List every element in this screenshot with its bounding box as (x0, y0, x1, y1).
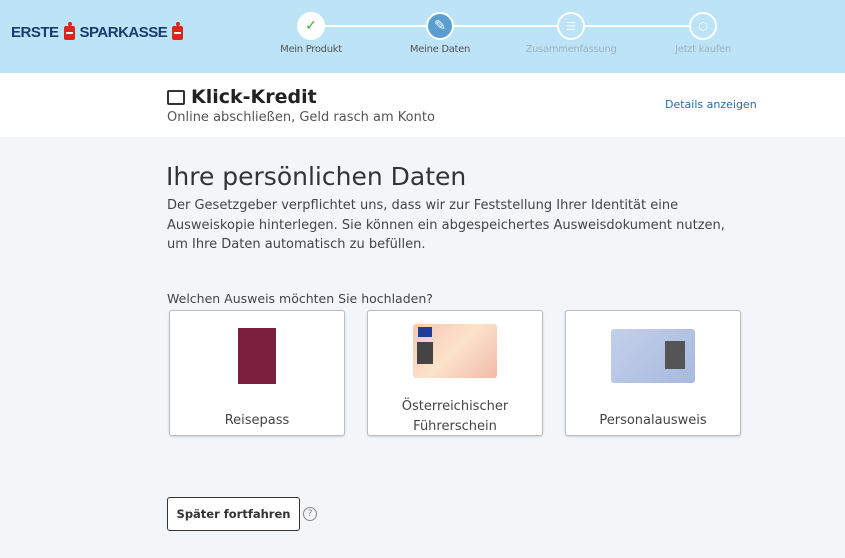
id-question: Welchen Ausweis möchten Sie hochladen? (167, 291, 433, 306)
option-label: Personalausweis (599, 413, 707, 428)
step-label: Meine Daten (409, 44, 471, 55)
step-label: Zusammenfassung (525, 44, 617, 55)
option-reisepass[interactable]: Reisepass (169, 310, 345, 436)
driving-licence-image (413, 324, 497, 378)
step-meine-daten: ✎ Meine Daten (385, 12, 495, 55)
step-mein-produkt: ✓ Mein Produkt (256, 12, 366, 55)
details-link[interactable]: Details anzeigen (665, 98, 757, 111)
continue-later-button[interactable]: Später fortfahren (167, 497, 300, 531)
product-subtitle: Online abschließen, Geld rasch am Konto (167, 110, 435, 125)
product-title-text: Klick-Kredit (191, 86, 317, 108)
passport-image (238, 328, 276, 384)
erste-sparkasse-logo[interactable]: ERSTE SPARKASSE (11, 21, 186, 41)
sparkasse-s-icon (172, 21, 184, 40)
step-label: Jetzt kaufen (675, 44, 731, 55)
progress-line (325, 25, 689, 27)
id-card-image (611, 329, 695, 383)
logo-text-sparkasse: SPARKASSE (79, 24, 168, 41)
check-icon: ✓ (297, 12, 325, 40)
step-zusammenfassung: ☰ Zusammenfassung (516, 12, 626, 55)
step-label: Mein Produkt (280, 44, 342, 55)
wallet-icon (167, 89, 185, 105)
option-label: Österreichischer Führerschein (401, 399, 509, 434)
option-fuehrerschein[interactable]: Österreichischer Führerschein (367, 310, 543, 436)
logo-text-erste: ERSTE (11, 24, 59, 41)
option-personalausweis[interactable]: Personalausweis (565, 310, 741, 436)
list-icon: ☰ (557, 12, 585, 40)
product-title: Klick-Kredit (167, 86, 317, 108)
help-icon[interactable]: ? (303, 507, 317, 521)
intro-text: Der Gesetzgeber verpflichtet uns, dass w… (167, 198, 725, 252)
option-label: Reisepass (224, 413, 290, 428)
box-icon: ⬡ (689, 12, 717, 40)
top-header: ERSTE SPARKASSE ✓ Mein Produkt ✎ Meine D… (0, 0, 845, 73)
sparkasse-s-icon (63, 21, 75, 40)
pencil-icon: ✎ (426, 12, 454, 40)
step-jetzt-kaufen: ⬡ Jetzt kaufen (648, 12, 758, 55)
page-title: Ihre persönlichen Daten (166, 162, 467, 191)
